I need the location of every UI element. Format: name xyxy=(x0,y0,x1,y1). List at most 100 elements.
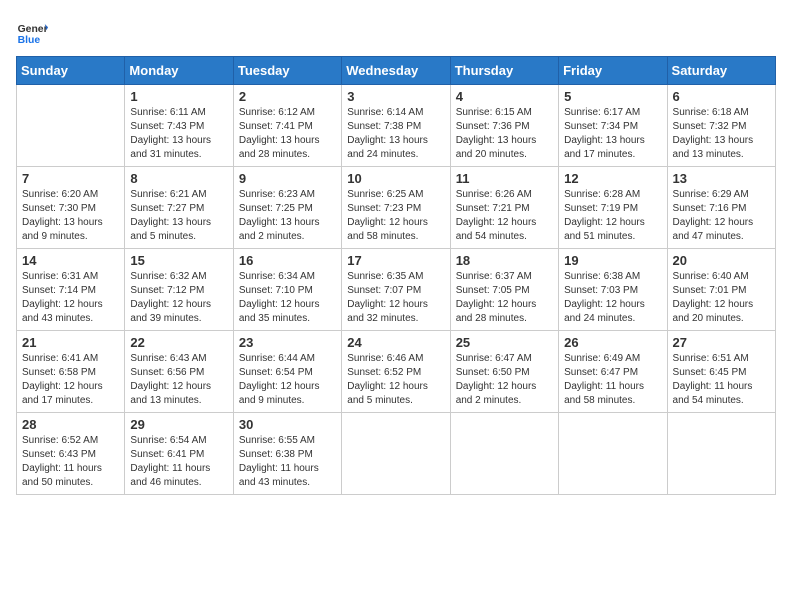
day-info: Sunrise: 6:18 AMSunset: 7:32 PMDaylight:… xyxy=(673,106,770,162)
weekday-header-thursday: Thursday xyxy=(450,57,558,85)
calendar-cell: 16 Sunrise: 6:34 AMSunset: 7:10 PMDayligh… xyxy=(233,249,341,331)
calendar-cell: 15 Sunrise: 6:32 AMSunset: 7:12 PMDayligh… xyxy=(125,249,233,331)
day-info: Sunrise: 6:52 AMSunset: 6:43 PMDaylight:… xyxy=(22,434,119,490)
calendar-cell xyxy=(450,413,558,495)
calendar-cell: 3 Sunrise: 6:14 AMSunset: 7:38 PMDaylight… xyxy=(342,85,450,167)
calendar-week-row: 1 Sunrise: 6:11 AMSunset: 7:43 PMDaylight… xyxy=(17,85,776,167)
day-info: Sunrise: 6:29 AMSunset: 7:16 PMDaylight:… xyxy=(673,188,770,244)
day-number: 16 xyxy=(239,253,336,268)
day-info: Sunrise: 6:47 AMSunset: 6:50 PMDaylight:… xyxy=(456,352,553,408)
weekday-header-row: SundayMondayTuesdayWednesdayThursdayFrid… xyxy=(17,57,776,85)
day-number: 7 xyxy=(22,171,119,186)
calendar-cell: 4 Sunrise: 6:15 AMSunset: 7:36 PMDaylight… xyxy=(450,85,558,167)
calendar-week-row: 14Sunrise: 6:31 AMSunset: 7:14 PMDayligh… xyxy=(17,249,776,331)
day-info: Sunrise: 6:44 AMSunset: 6:54 PMDaylight:… xyxy=(239,352,336,408)
weekday-header-sunday: Sunday xyxy=(17,57,125,85)
calendar-cell: 20Sunrise: 6:40 AMSunset: 7:01 PMDayligh… xyxy=(667,249,775,331)
calendar-cell: 27 Sunrise: 6:51 AMSunset: 6:45 PMDayligh… xyxy=(667,331,775,413)
calendar-cell: 5 Sunrise: 6:17 AMSunset: 7:34 PMDaylight… xyxy=(559,85,667,167)
calendar-cell: 30 Sunrise: 6:55 AMSunset: 6:38 PMDayligh… xyxy=(233,413,341,495)
day-number: 17 xyxy=(347,253,444,268)
weekday-header-wednesday: Wednesday xyxy=(342,57,450,85)
calendar-cell: 9Sunrise: 6:23 AMSunset: 7:25 PMDaylight… xyxy=(233,167,341,249)
calendar-week-row: 7Sunrise: 6:20 AMSunset: 7:30 PMDaylight… xyxy=(17,167,776,249)
calendar-cell xyxy=(559,413,667,495)
day-info: Sunrise: 6:41 AMSunset: 6:58 PMDaylight:… xyxy=(22,352,119,408)
calendar-cell xyxy=(17,85,125,167)
calendar-cell: 24 Sunrise: 6:46 AMSunset: 6:52 PMDayligh… xyxy=(342,331,450,413)
day-info: Sunrise: 6:37 AMSunset: 7:05 PMDaylight:… xyxy=(456,270,553,326)
calendar-week-row: 28 Sunrise: 6:52 AMSunset: 6:43 PMDayligh… xyxy=(17,413,776,495)
calendar-cell: 2 Sunrise: 6:12 AMSunset: 7:41 PMDaylight… xyxy=(233,85,341,167)
day-number: 11 xyxy=(456,171,553,186)
day-info: Sunrise: 6:40 AMSunset: 7:01 PMDaylight:… xyxy=(673,270,770,326)
day-info: Sunrise: 6:32 AMSunset: 7:12 PMDaylight:… xyxy=(130,270,227,326)
calendar-cell: 1 Sunrise: 6:11 AMSunset: 7:43 PMDaylight… xyxy=(125,85,233,167)
day-info: Sunrise: 6:25 AMSunset: 7:23 PMDaylight:… xyxy=(347,188,444,244)
day-info: Sunrise: 6:55 AMSunset: 6:38 PMDaylight:… xyxy=(239,434,336,490)
day-number: 22 xyxy=(130,335,227,350)
day-info: Sunrise: 6:43 AMSunset: 6:56 PMDaylight:… xyxy=(130,352,227,408)
calendar-cell: 12Sunrise: 6:28 AMSunset: 7:19 PMDayligh… xyxy=(559,167,667,249)
weekday-header-monday: Monday xyxy=(125,57,233,85)
day-info: Sunrise: 6:15 AMSunset: 7:36 PMDaylight:… xyxy=(456,106,553,162)
day-info: Sunrise: 6:46 AMSunset: 6:52 PMDaylight:… xyxy=(347,352,444,408)
day-info: Sunrise: 6:54 AMSunset: 6:41 PMDaylight:… xyxy=(130,434,227,490)
day-info: Sunrise: 6:17 AMSunset: 7:34 PMDaylight:… xyxy=(564,106,661,162)
calendar-cell xyxy=(667,413,775,495)
day-number: 6 xyxy=(673,89,770,104)
weekday-header-saturday: Saturday xyxy=(667,57,775,85)
calendar-cell: 23 Sunrise: 6:44 AMSunset: 6:54 PMDayligh… xyxy=(233,331,341,413)
day-number: 3 xyxy=(347,89,444,104)
weekday-header-friday: Friday xyxy=(559,57,667,85)
day-number: 12 xyxy=(564,171,661,186)
day-info: Sunrise: 6:51 AMSunset: 6:45 PMDaylight:… xyxy=(673,352,770,408)
calendar-cell: 14Sunrise: 6:31 AMSunset: 7:14 PMDayligh… xyxy=(17,249,125,331)
day-number: 27 xyxy=(673,335,770,350)
day-number: 10 xyxy=(347,171,444,186)
day-number: 28 xyxy=(22,417,119,432)
calendar-cell: 7Sunrise: 6:20 AMSunset: 7:30 PMDaylight… xyxy=(17,167,125,249)
calendar-cell: 22 Sunrise: 6:43 AMSunset: 6:56 PMDayligh… xyxy=(125,331,233,413)
day-number: 24 xyxy=(347,335,444,350)
day-number: 18 xyxy=(456,253,553,268)
day-info: Sunrise: 6:49 AMSunset: 6:47 PMDaylight:… xyxy=(564,352,661,408)
svg-text:General: General xyxy=(18,24,48,35)
day-info: Sunrise: 6:34 AMSunset: 7:10 PMDaylight:… xyxy=(239,270,336,326)
day-number: 1 xyxy=(130,89,227,104)
calendar-cell: 26Sunrise: 6:49 AMSunset: 6:47 PMDayligh… xyxy=(559,331,667,413)
day-number: 15 xyxy=(130,253,227,268)
day-number: 5 xyxy=(564,89,661,104)
day-number: 4 xyxy=(456,89,553,104)
day-number: 2 xyxy=(239,89,336,104)
calendar-cell: 10 Sunrise: 6:25 AMSunset: 7:23 PMDayligh… xyxy=(342,167,450,249)
page-header: General Blue xyxy=(16,16,776,48)
calendar-table: SundayMondayTuesdayWednesdayThursdayFrid… xyxy=(16,56,776,495)
svg-text:Blue: Blue xyxy=(18,35,41,46)
calendar-cell: 13 Sunrise: 6:29 AMSunset: 7:16 PMDayligh… xyxy=(667,167,775,249)
day-info: Sunrise: 6:38 AMSunset: 7:03 PMDaylight:… xyxy=(564,270,661,326)
calendar-cell: 21 Sunrise: 6:41 AMSunset: 6:58 PMDayligh… xyxy=(17,331,125,413)
day-number: 30 xyxy=(239,417,336,432)
calendar-cell: 28 Sunrise: 6:52 AMSunset: 6:43 PMDayligh… xyxy=(17,413,125,495)
day-info: Sunrise: 6:23 AMSunset: 7:25 PMDaylight:… xyxy=(239,188,336,244)
day-info: Sunrise: 6:11 AMSunset: 7:43 PMDaylight:… xyxy=(130,106,227,162)
calendar-cell: 8 Sunrise: 6:21 AMSunset: 7:27 PMDaylight… xyxy=(125,167,233,249)
calendar-cell: 17 Sunrise: 6:35 AMSunset: 7:07 PMDayligh… xyxy=(342,249,450,331)
calendar-cell: 25 Sunrise: 6:47 AMSunset: 6:50 PMDayligh… xyxy=(450,331,558,413)
day-number: 25 xyxy=(456,335,553,350)
day-info: Sunrise: 6:26 AMSunset: 7:21 PMDaylight:… xyxy=(456,188,553,244)
calendar-cell xyxy=(342,413,450,495)
day-number: 29 xyxy=(130,417,227,432)
day-number: 23 xyxy=(239,335,336,350)
day-number: 14 xyxy=(22,253,119,268)
day-info: Sunrise: 6:21 AMSunset: 7:27 PMDaylight:… xyxy=(130,188,227,244)
day-number: 13 xyxy=(673,171,770,186)
day-info: Sunrise: 6:35 AMSunset: 7:07 PMDaylight:… xyxy=(347,270,444,326)
day-info: Sunrise: 6:14 AMSunset: 7:38 PMDaylight:… xyxy=(347,106,444,162)
logo: General Blue xyxy=(16,16,48,48)
calendar-week-row: 21 Sunrise: 6:41 AMSunset: 6:58 PMDayligh… xyxy=(17,331,776,413)
day-number: 21 xyxy=(22,335,119,350)
day-number: 8 xyxy=(130,171,227,186)
day-info: Sunrise: 6:12 AMSunset: 7:41 PMDaylight:… xyxy=(239,106,336,162)
